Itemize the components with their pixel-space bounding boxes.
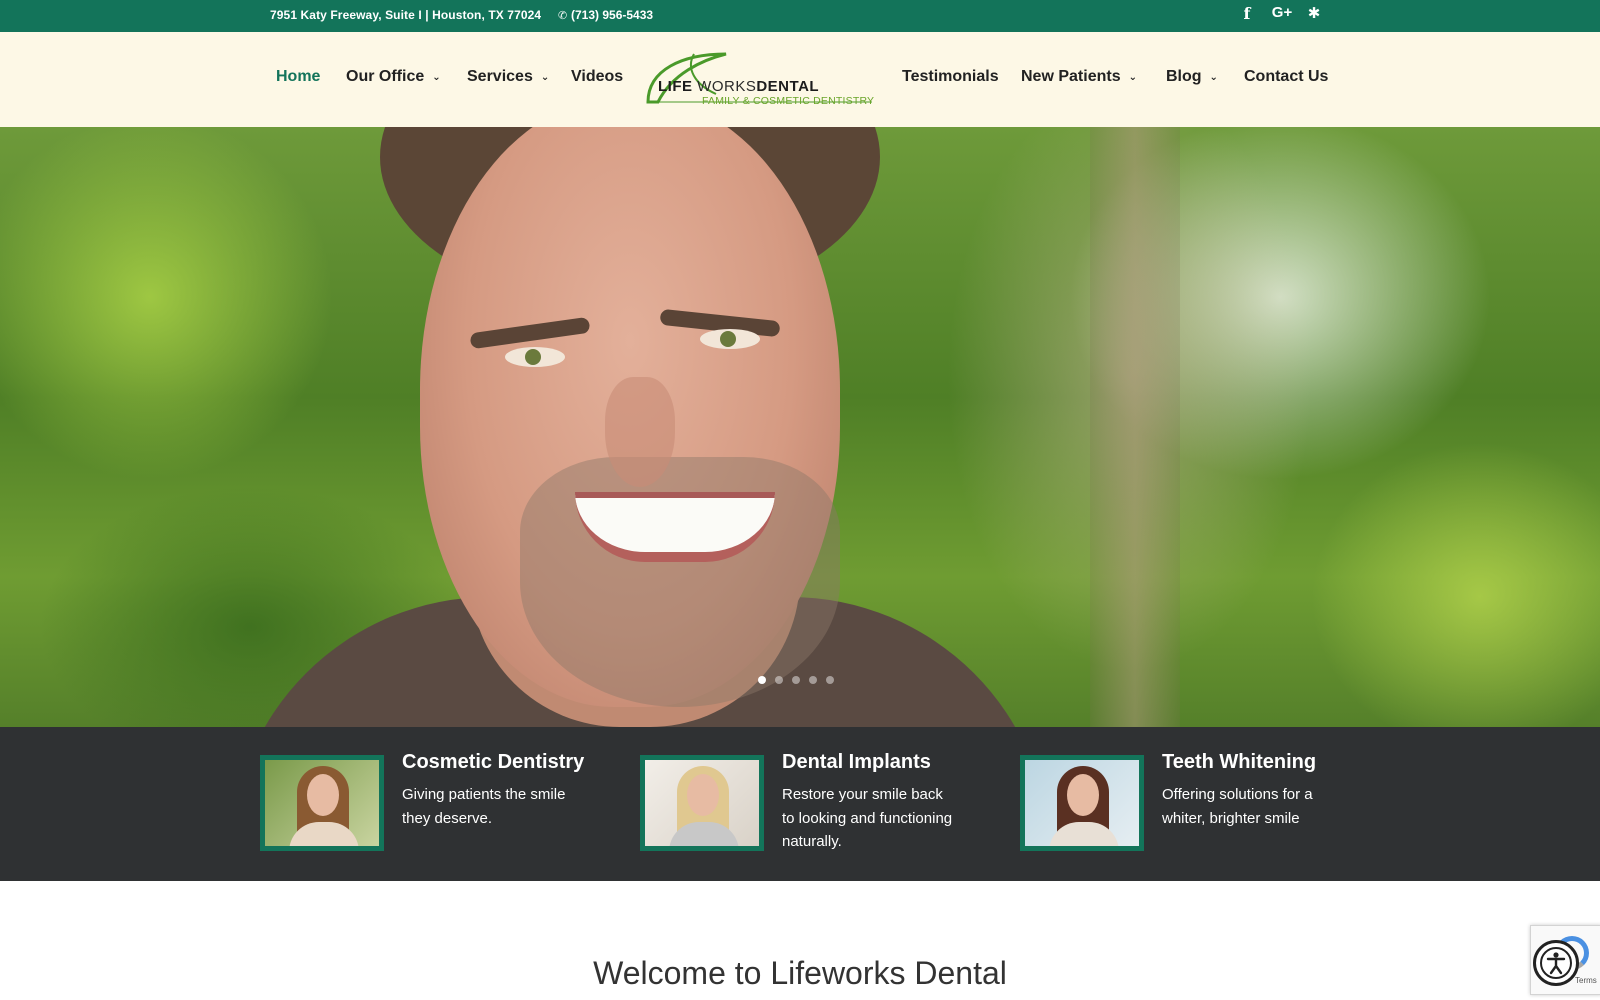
top-bar: 7951 Katy Freeway, Suite I | Houston, TX… bbox=[0, 0, 1600, 32]
main-navigation: Home Our Office ⌄ Services ⌄ Videos LIFE W… bbox=[0, 32, 1600, 127]
nav-item-blog[interactable]: Blog ⌄ bbox=[1166, 68, 1218, 86]
phone-icon: ✆ bbox=[558, 10, 568, 22]
nav-item-testimonials[interactable]: Testimonials bbox=[902, 68, 999, 86]
nav-item-videos[interactable]: Videos bbox=[571, 68, 623, 86]
nav-item-services[interactable]: Services ⌄ bbox=[467, 68, 549, 86]
welcome-heading: Welcome to Lifeworks Dental bbox=[593, 955, 1007, 991]
teeth-whitening-title[interactable]: Teeth Whitening bbox=[1162, 751, 1316, 774]
chevron-down-icon: ⌄ bbox=[540, 72, 550, 83]
hero-slider[interactable] bbox=[0, 127, 1600, 727]
recaptcha-terms-link[interactable]: Terms bbox=[1575, 976, 1597, 985]
nav-item-label: Testimonials bbox=[902, 68, 999, 85]
hero-photo-eye-left bbox=[505, 347, 565, 367]
services-strip: Cosmetic Dentistry Giving patients the s… bbox=[0, 727, 1600, 881]
nav-item-label: Videos bbox=[571, 68, 624, 85]
description-line: to looking and functioning bbox=[782, 809, 953, 827]
nav-item-label: Contact Us bbox=[1244, 68, 1329, 85]
description-line: Restore your smile back bbox=[782, 786, 943, 803]
phone-number: (713) 956-5433 bbox=[571, 8, 654, 22]
dental-implants-title[interactable]: Dental Implants bbox=[782, 751, 931, 774]
slider-dot[interactable] bbox=[809, 676, 817, 684]
slider-dot[interactable] bbox=[758, 676, 766, 684]
logo-works: WORKS bbox=[697, 78, 757, 95]
address-text: 7951 Katy Freeway, Suite I | Houston, TX… bbox=[270, 8, 542, 22]
hero-background-tree bbox=[1090, 127, 1180, 727]
google-plus-icon[interactable]: G+ bbox=[1268, 4, 1296, 26]
hero-photo-eye-right bbox=[700, 329, 760, 349]
slider-dot[interactable] bbox=[775, 676, 783, 684]
nav-item-our-office[interactable]: Our Office ⌄ bbox=[346, 68, 441, 86]
nav-item-label: Our Office bbox=[346, 68, 425, 85]
teeth-whitening-description: Offering solutions for a whiter, brighte… bbox=[1162, 783, 1313, 830]
nav-item-label: Home bbox=[276, 68, 321, 85]
slider-dot[interactable] bbox=[792, 676, 800, 684]
chevron-down-icon: ⌄ bbox=[1209, 72, 1218, 83]
chevron-down-icon: ⌄ bbox=[1128, 72, 1137, 83]
cosmetic-dentistry-title[interactable]: Cosmetic Dentistry bbox=[402, 751, 584, 774]
site-logo[interactable]: LIFE WORKSDENTAL FAMILY & COSMETIC DENTI… bbox=[642, 50, 878, 110]
facebook-icon[interactable]: f bbox=[1240, 4, 1254, 26]
description-line: Offering solutions for a bbox=[1162, 786, 1313, 803]
nav-item-home[interactable]: Home bbox=[276, 68, 320, 86]
description-line: whiter, brighter smile bbox=[1162, 809, 1300, 827]
logo-dental: DENTAL bbox=[756, 78, 820, 95]
accessibility-button[interactable] bbox=[1533, 940, 1579, 986]
phone-link[interactable]: ✆ (713) 956-5433 bbox=[558, 8, 653, 22]
nav-item-label: Blog bbox=[1166, 68, 1202, 85]
nav-item-label: New Patients bbox=[1021, 68, 1121, 85]
teeth-whitening-image[interactable] bbox=[1020, 755, 1144, 851]
slider-pagination bbox=[758, 671, 843, 684]
yelp-icon[interactable]: ✱ bbox=[1305, 4, 1323, 26]
slider-dot[interactable] bbox=[826, 676, 834, 684]
logo-life: LIFE bbox=[658, 78, 693, 95]
description-line: they deserve. bbox=[402, 809, 493, 827]
logo-wordmark: LIFE WORKSDENTAL bbox=[658, 78, 819, 95]
dental-implants-image[interactable] bbox=[640, 755, 764, 851]
photo-face bbox=[687, 774, 719, 816]
nav-item-new-patients[interactable]: New Patients ⌄ bbox=[1021, 68, 1137, 86]
photo-face bbox=[1067, 774, 1099, 816]
logo-tagline: FAMILY & COSMETIC DENTISTRY bbox=[702, 95, 875, 107]
cosmetic-dentistry-description: Giving patients the smile they deserve. bbox=[402, 783, 565, 830]
photo-face bbox=[307, 774, 339, 816]
cosmetic-dentistry-image[interactable] bbox=[260, 755, 384, 851]
hero-photo-nose bbox=[605, 377, 675, 487]
chevron-down-icon: ⌄ bbox=[432, 72, 441, 83]
nav-item-contact-us[interactable]: Contact Us bbox=[1244, 68, 1328, 86]
dental-implants-description: Restore your smile back to looking and f… bbox=[782, 783, 952, 854]
description-line: Giving patients the smile bbox=[402, 786, 566, 803]
accessibility-icon bbox=[1540, 947, 1572, 979]
nav-item-label: Services bbox=[467, 68, 533, 85]
description-line: naturally. bbox=[782, 833, 842, 850]
